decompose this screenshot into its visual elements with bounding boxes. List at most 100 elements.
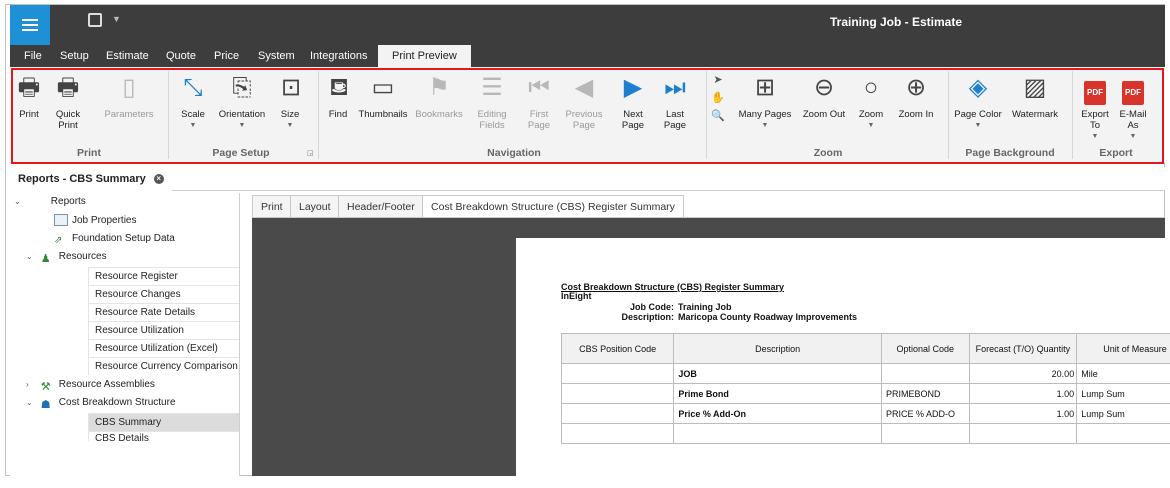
tree-item-resource-currency-comparison[interactable]: Resource Currency Comparison <box>88 357 240 375</box>
zoom-out-button[interactable]: ⊖ Zoom Out <box>798 73 850 120</box>
document-tab-strip: Reports - CBS Summary× <box>10 167 1165 191</box>
tree-item-cbs-summary[interactable]: CBS Summary <box>88 413 240 431</box>
page-size-icon: ⊡ <box>276 73 306 103</box>
pdf-export-icon: PDF <box>1080 73 1110 103</box>
col-cbs-position-code: CBS Position Code <box>562 334 674 364</box>
next-page-button[interactable]: ▶ Next Page <box>616 73 650 131</box>
table-row: JOB 20.00 Mile <box>562 364 1170 384</box>
menu-file[interactable]: File <box>16 45 50 67</box>
thumbnails-icon: ▭ <box>368 73 398 103</box>
orientation-button[interactable]: ⎘ Orientation ▼ <box>214 73 270 131</box>
menu-price[interactable]: Price <box>206 45 247 67</box>
group-label-zoom: Zoom <box>710 147 946 159</box>
col-optional-code: Optional Code <box>881 334 969 364</box>
tab-header-footer[interactable]: Header/Footer <box>338 195 424 217</box>
tree-item-job-properties[interactable]: Job Properties <box>54 212 136 230</box>
parameters-button[interactable]: ▯ Parameters <box>104 73 154 120</box>
save-icon[interactable] <box>88 13 102 27</box>
magnifier-icon[interactable]: 🔍 <box>710 107 726 125</box>
col-description: Description <box>674 334 882 364</box>
tab-cbs-register-summary[interactable]: Cost Breakdown Structure (CBS) Register … <box>422 195 684 217</box>
chart-icon: ⇗ <box>54 232 68 244</box>
watermark-icon: ▨ <box>1020 73 1050 103</box>
tree-item-resource-register[interactable]: Resource Register <box>88 267 240 285</box>
first-page-button[interactable]: ⏮ First Page <box>524 73 554 131</box>
expand-icon[interactable]: › <box>26 376 38 394</box>
doc-tab-reports-cbs-summary[interactable]: Reports - CBS Summary× <box>10 167 172 191</box>
menu-quote[interactable]: Quote <box>158 45 204 67</box>
tree-item-resource-changes[interactable]: Resource Changes <box>88 285 240 303</box>
group-separator <box>948 71 949 159</box>
zoom-in-icon: ⊕ <box>901 73 931 103</box>
properties-icon <box>54 214 68 226</box>
email-as-button[interactable]: PDF E-Mail As ▼ <box>1116 73 1150 142</box>
app-menu-button[interactable] <box>10 5 50 45</box>
person-icon: ♟ <box>41 250 55 262</box>
tree-item-resource-utilization[interactable]: Resource Utilization <box>88 321 240 339</box>
tab-layout[interactable]: Layout <box>290 195 340 217</box>
collapse-icon[interactable]: ⌄ <box>26 248 38 266</box>
scale-button[interactable]: ⤡ Scale ▼ <box>176 73 210 131</box>
editing-fields-button[interactable]: ☰ Editing Fields <box>470 73 514 131</box>
zoom-out-icon: ⊖ <box>809 73 839 103</box>
watermark-button[interactable]: ▨ Watermark <box>1008 73 1062 120</box>
tree-item-foundation-setup-data[interactable]: ⇗Foundation Setup Data <box>54 230 175 248</box>
cell-qty: 1.00 <box>969 404 1077 424</box>
export-to-button[interactable]: PDF Export To ▼ <box>1078 73 1112 142</box>
menu-system[interactable]: System <box>250 45 303 67</box>
hand-icon[interactable]: ✋ <box>710 89 726 107</box>
page-color-button[interactable]: ◈ Page Color ▼ <box>952 73 1004 131</box>
menu-setup[interactable]: Setup <box>52 45 97 67</box>
previous-page-icon: ◀ <box>569 73 599 103</box>
dialog-launcher-icon[interactable]: ◲ <box>307 149 314 157</box>
menu-bar: File Setup Estimate Quote Price System I… <box>10 45 1165 67</box>
report-company: InEight <box>561 291 592 301</box>
tree-item-reports[interactable]: ⌄ Reports <box>14 193 86 211</box>
print-preview-canvas[interactable]: Cost Breakdown Structure (CBS) Register … <box>252 217 1165 476</box>
caret-down-icon: ▼ <box>176 120 210 131</box>
group-label-page-setup: Page Setup <box>176 147 306 159</box>
tree-item-cbs-details[interactable]: CBS Details <box>88 431 240 441</box>
size-button[interactable]: ⊡ Size ▼ <box>276 73 304 131</box>
many-pages-button[interactable]: ⊞ Many Pages ▼ <box>736 73 794 131</box>
collapse-icon[interactable]: ⌄ <box>14 193 26 211</box>
tab-print[interactable]: Print <box>252 195 292 217</box>
tree-item-resource-rate-details[interactable]: Resource Rate Details <box>88 303 240 321</box>
pointer-icon[interactable]: ➤ <box>710 71 726 89</box>
print-button[interactable]: 🖶 Print <box>14 73 44 120</box>
bookmarks-button[interactable]: ⚑ Bookmarks <box>414 73 464 120</box>
close-icon[interactable]: × <box>154 174 164 184</box>
cell-qty: 1.00 <box>969 384 1077 404</box>
scale-icon: ⤡ <box>178 73 208 103</box>
ribbon: 🖶 Print 🖶 Quick Print ▯ Parameters Print… <box>10 67 1165 163</box>
bookmark-icon: ⚑ <box>424 73 454 103</box>
menu-integrations[interactable]: Integrations <box>302 45 375 67</box>
tree-item-resource-assemblies[interactable]: › ⚒Resource Assemblies <box>26 376 155 394</box>
report-title: Cost Breakdown Structure (CBS) Register … <box>561 282 784 292</box>
tree-item-cost-breakdown-structure[interactable]: ⌄ ☗Cost Breakdown Structure <box>26 394 176 412</box>
menu-estimate[interactable]: Estimate <box>98 45 157 67</box>
group-label-export: Export <box>1076 147 1156 159</box>
previous-page-button[interactable]: ◀ Previous Page <box>562 73 606 131</box>
quick-print-button[interactable]: 🖶 Quick Print <box>48 73 88 131</box>
next-page-icon: ▶ <box>618 73 648 103</box>
zoom-in-button[interactable]: ⊕ Zoom In <box>894 73 938 120</box>
quick-access-dropdown-icon[interactable]: ▼ <box>112 14 121 24</box>
tree-item-resource-utilization-excel[interactable]: Resource Utilization (Excel) <box>88 339 240 357</box>
last-page-button[interactable]: ⏭ Last Page <box>658 73 692 131</box>
many-pages-icon: ⊞ <box>750 73 780 103</box>
zoom-button[interactable]: ○ Zoom ▼ <box>856 73 886 131</box>
collapse-icon[interactable]: ⌄ <box>26 394 38 412</box>
col-unit-of-measure: Unit of Measure <box>1077 334 1170 364</box>
table-row <box>562 424 1170 444</box>
cell-code <box>562 364 674 384</box>
orientation-icon: ⎘ <box>227 73 257 103</box>
paint-bucket-icon: ◈ <box>963 73 993 103</box>
thumbnails-button[interactable]: ▭ Thumbnails <box>356 73 410 120</box>
tree-item-resources[interactable]: ⌄ ♟Resources <box>26 248 107 266</box>
first-page-icon: ⏮ <box>524 73 554 103</box>
group-separator <box>1072 71 1073 159</box>
find-button[interactable]: ⛾ Find <box>324 73 352 120</box>
menu-print-preview[interactable]: Print Preview <box>378 45 471 67</box>
reports-tree: ⌄ Reports Job Properties ⇗Foundation Set… <box>10 193 240 476</box>
